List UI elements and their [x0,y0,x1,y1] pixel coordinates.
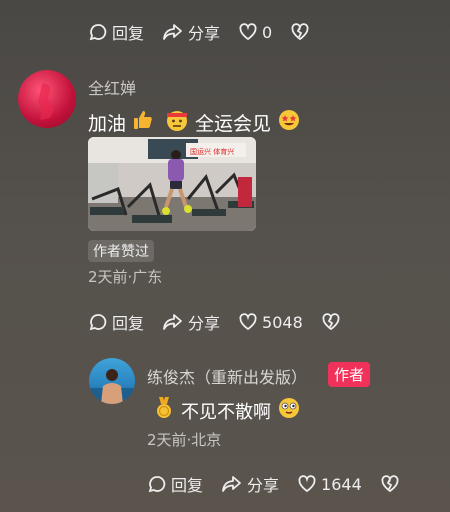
reply-label: 回复 [112,24,145,43]
author-badge: 作者 [328,362,371,387]
like-count: 0 [262,22,273,42]
dislike-button[interactable] [321,312,345,332]
author-liked-badge: 作者赞过 [88,240,154,262]
reply-meta: 2天前·北京 [147,431,222,449]
like-count: 1644 [321,474,362,494]
reply-action-row: 回复 分享 1644 [147,472,422,496]
comment-text-part: 全运会见 [195,113,272,135]
reply-text-content: 不见不散啊 [181,401,271,423]
comment-username[interactable]: 全红婵 [88,75,136,99]
share-arrow-icon [222,476,241,492]
swimmer-photo-icon [89,369,135,404]
like-button[interactable]: 1644 [297,474,362,494]
reply-username[interactable]: 练俊杰（重新出发版） [147,364,307,388]
broken-heart-icon [322,313,340,331]
author-liked-label: 作者赞过 [88,240,154,262]
reply-button[interactable]: 回复 [88,20,144,44]
heart-icon [239,313,257,331]
reply-label: 回复 [171,476,204,495]
share-button[interactable]: 分享 [221,472,279,496]
avatar[interactable] [18,70,76,128]
comment-image[interactable]: 国运兴 体育兴 [88,137,256,231]
share-arrow-icon [163,24,182,40]
heart-icon [298,475,316,493]
silhouette-icon [38,83,54,120]
share-arrow-icon [163,314,182,330]
squinting-emoji-icon [277,396,301,425]
dislike-button[interactable] [380,474,404,494]
gym-photo-icon: 国运兴 体育兴 [88,137,256,231]
share-button[interactable]: 分享 [162,310,220,334]
gym-banner-text: 国运兴 体育兴 [190,147,234,156]
author-badge-label: 作者 [328,362,371,387]
thumbs-up-icon [131,108,155,137]
reply-button[interactable]: 回复 [88,310,144,334]
like-button[interactable]: 0 [238,22,272,42]
share-label: 分享 [247,476,280,495]
like-count: 5048 [262,312,303,332]
angry-headband-emoji-icon [165,108,189,137]
like-button[interactable]: 5048 [238,312,303,332]
chat-bubble-icon [89,24,107,41]
reply-label: 回复 [112,314,145,333]
top-action-row: 回复 分享 0 [88,20,332,44]
comment-meta: 2天前·广东 [88,268,163,286]
comment-text-part: 加油 [88,113,127,135]
gold-medal-icon [153,396,175,425]
broken-heart-icon [381,475,399,493]
reply-avatar[interactable] [89,358,135,404]
reply-text: 不见不散啊 [153,396,301,425]
share-label: 分享 [188,314,221,333]
heart-icon [239,23,257,41]
dislike-button[interactable] [290,22,314,42]
reply-button[interactable]: 回复 [147,472,203,496]
share-label: 分享 [188,24,221,43]
comment-text: 加油 全运会见 [88,108,301,137]
broken-heart-icon [291,23,309,41]
star-struck-emoji-icon [277,108,301,137]
comment-action-row: 回复 分享 5048 [88,310,363,334]
chat-bubble-icon [148,476,166,493]
chat-bubble-icon [89,314,107,331]
share-button[interactable]: 分享 [162,20,220,44]
